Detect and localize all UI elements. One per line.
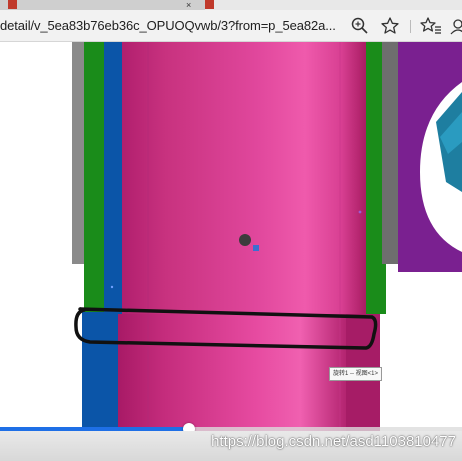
zoom-icon[interactable] xyxy=(350,16,370,36)
tab-close-icon[interactable]: × xyxy=(186,0,191,10)
screen: × detail/v_5ea83b76eb36c_OPUOQvwb/3?from… xyxy=(0,0,462,461)
tab-second[interactable] xyxy=(205,0,462,10)
small-dot xyxy=(358,210,362,214)
profile-icon[interactable] xyxy=(448,16,462,36)
tab-strip: × xyxy=(0,0,462,10)
favorites-icon[interactable] xyxy=(420,16,442,36)
gray-edge xyxy=(72,42,84,264)
video-player[interactable] xyxy=(0,42,462,461)
toolbar-separator xyxy=(410,20,411,33)
green-band-left xyxy=(84,42,106,314)
pink-cylinder-lower xyxy=(118,314,346,431)
star-icon[interactable] xyxy=(380,16,400,36)
address-bar: detail/v_5ea83b76eb36c_OPUOQvwb/3?from=p… xyxy=(0,10,462,42)
view-tooltip: 旋转1 -- 视图<1> xyxy=(329,367,383,381)
gray-edge-right xyxy=(382,42,398,264)
cad-model-view xyxy=(72,42,462,431)
blue-band-lower xyxy=(82,312,120,431)
cursor-dot xyxy=(239,234,251,246)
tab-favicon xyxy=(205,0,214,9)
tab-favicon xyxy=(8,0,17,9)
cursor-badge xyxy=(253,245,259,251)
url-field[interactable]: detail/v_5ea83b76eb36c_OPUOQvwb/3?from=p… xyxy=(0,18,343,34)
tab-first[interactable] xyxy=(8,0,198,10)
watermark: https://blog.csdn.net/asd1103810477 xyxy=(211,433,456,450)
small-dot xyxy=(110,285,114,289)
pink-cylinder xyxy=(122,42,366,314)
